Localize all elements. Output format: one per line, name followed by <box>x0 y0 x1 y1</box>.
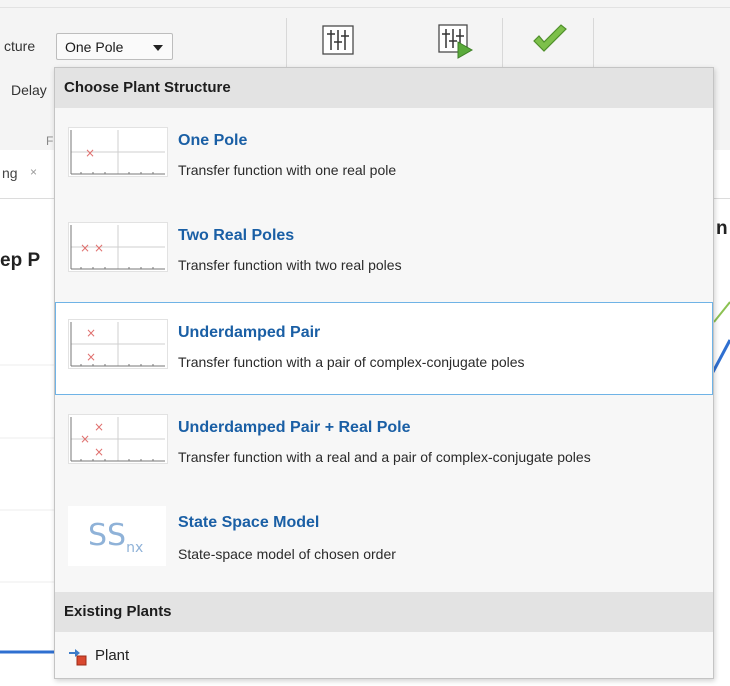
state-space-icon: SSnx <box>68 506 166 566</box>
plant-option-title: Two Real Poles <box>178 227 295 244</box>
plant-option-description: Transfer function with a real and a pair… <box>178 449 591 465</box>
plant-structure-dropdown: Choose Plant Structure × One Pole Transf… <box>54 67 714 679</box>
chevron-down-icon <box>153 45 163 51</box>
underdamped-pair-pzmap-icon: × × <box>68 319 168 369</box>
existing-plant-label: Plant <box>95 647 130 664</box>
plant-option-one-pole[interactable]: × One Pole Transfer function with one re… <box>55 110 713 203</box>
plot-line-blue <box>711 339 730 373</box>
svg-text:×: × <box>94 420 104 434</box>
plant-icon <box>69 649 87 666</box>
plot-heading-fragment: ep P <box>0 250 41 271</box>
plot-line-green <box>713 301 730 323</box>
two-real-poles-pzmap-icon: × × <box>68 222 168 272</box>
document-tab-label[interactable]: ng <box>2 165 18 181</box>
plant-option-description: State-space model of chosen order <box>178 546 396 562</box>
svg-text:×: × <box>94 241 104 255</box>
plant-option-description: Transfer function with a pair of complex… <box>178 354 525 370</box>
plant-structure-combo-value: One Pole <box>65 39 124 55</box>
choose-plant-structure-header: Choose Plant Structure <box>55 68 713 108</box>
parameter-sliders-icon <box>322 25 354 55</box>
toolstrip-group-label: F <box>46 134 54 148</box>
plant-structure-combo[interactable]: One Pole <box>56 33 173 60</box>
structure-label: cture <box>4 38 36 54</box>
plot-heading-fragment-right: n <box>716 218 728 239</box>
plant-option-state-space-model[interactable]: SSnx State Space Model State-space model… <box>55 494 713 590</box>
svg-text:×: × <box>80 241 90 255</box>
plant-option-title: State Space Model <box>178 514 320 531</box>
toolstrip-top-line <box>0 7 730 8</box>
plant-option-two-real-poles[interactable]: × × Two Real Poles Transfer function wit… <box>55 205 713 298</box>
close-icon[interactable]: × <box>30 165 37 179</box>
apply-button[interactable] <box>530 24 570 62</box>
plant-option-title: Underdamped Pair + Real Pole <box>178 419 411 436</box>
plant-option-title: Underdamped Pair <box>178 324 321 341</box>
svg-text:×: × <box>86 326 96 340</box>
one-pole-pzmap-icon: × <box>68 127 168 177</box>
apply-check-icon <box>533 24 567 52</box>
svg-text:×: × <box>86 350 96 364</box>
delay-label: Delay <box>11 82 47 98</box>
parameter-sliders-button[interactable] <box>319 22 359 60</box>
svg-text:×: × <box>85 146 95 160</box>
svg-text:×: × <box>94 445 104 459</box>
existing-plant-item[interactable]: Plant <box>55 634 713 678</box>
parameter-sliders-run-button[interactable] <box>436 22 476 60</box>
plant-option-description: Transfer function with one real pole <box>178 162 397 178</box>
underdamped-pair-real-pole-pzmap-icon: × × × <box>68 414 168 464</box>
plant-option-underdamped-pair-real-pole[interactable]: × × × Underdamped Pair + Real Pole Trans… <box>55 397 713 490</box>
plant-option-title: One Pole <box>178 132 248 149</box>
state-space-icon-text: SSnx <box>88 518 144 556</box>
existing-plants-header: Existing Plants <box>55 592 713 632</box>
plant-option-description: Transfer function with two real poles <box>178 257 402 273</box>
plant-option-underdamped-pair[interactable]: × × Underdamped Pair Transfer function w… <box>55 302 713 395</box>
svg-text:×: × <box>80 432 90 446</box>
parameter-sliders-run-icon <box>438 24 474 59</box>
